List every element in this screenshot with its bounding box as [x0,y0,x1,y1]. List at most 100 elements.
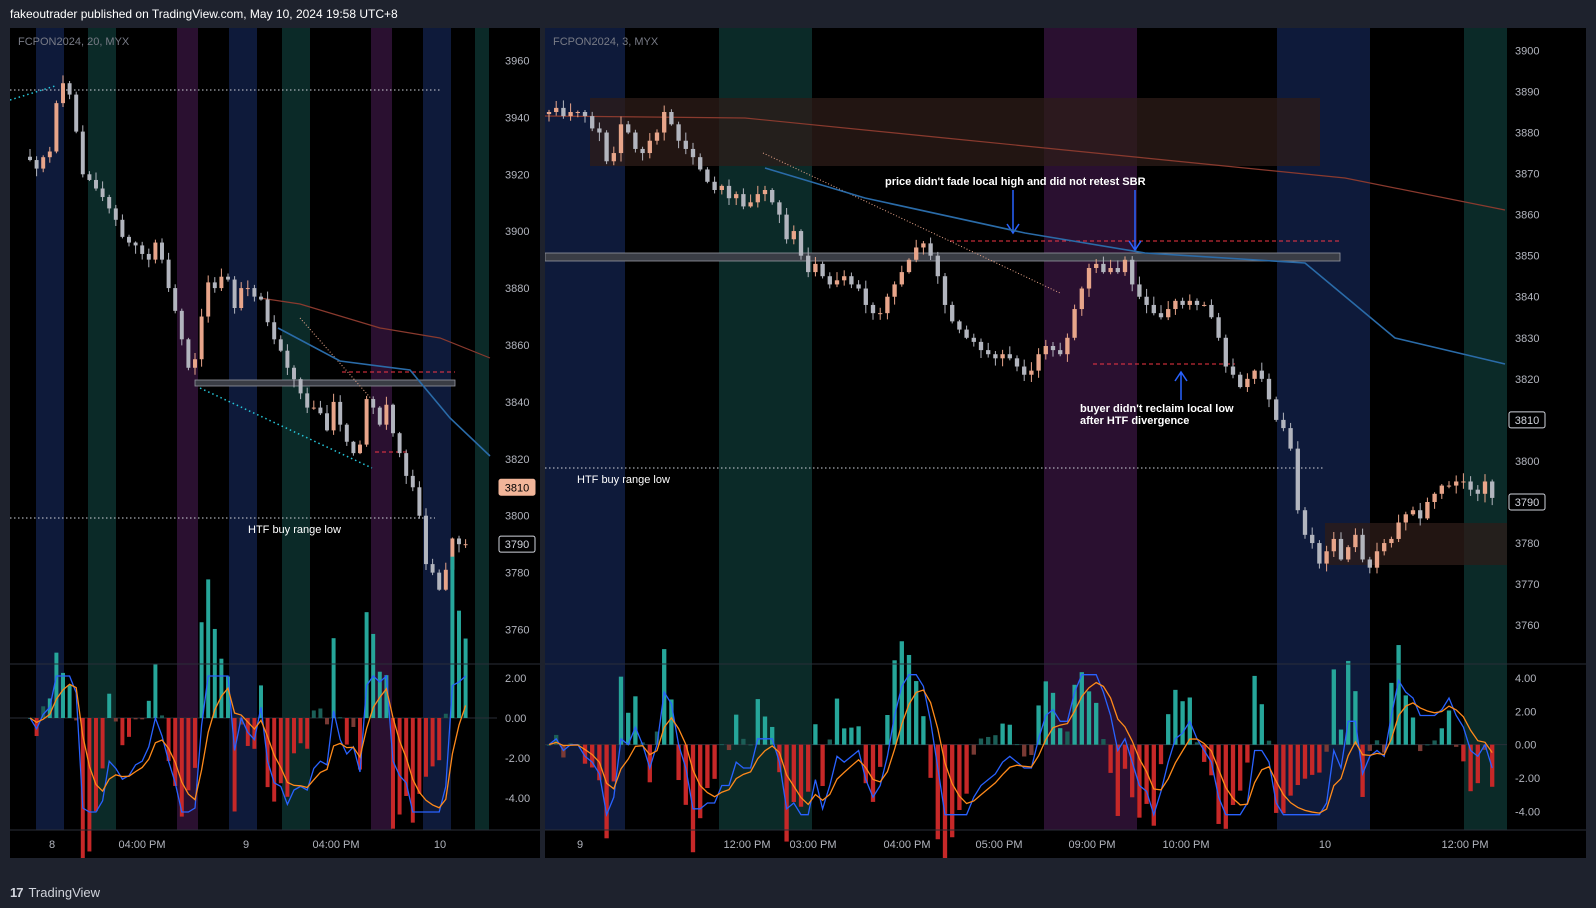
candle-body [285,350,290,368]
histogram-bar [1310,744,1315,775]
oscillator-axis[interactable]: 2.00 0.00 -2.00 -4.00 [505,673,530,805]
candle-body [662,112,667,133]
oscillator-tick-label: 4.00 [1515,673,1536,685]
candle-body [1281,419,1286,429]
histogram-bar [1439,728,1444,745]
histogram-bar [344,718,349,745]
histogram-bar [199,622,204,718]
oscillator-axis[interactable]: 4.00 2.00 0.00 -2.00 -4.00 [1515,673,1540,818]
symbol-label: FCPON2024, 20, MYX [18,36,130,48]
candle-body [232,279,237,309]
candle-body [100,188,105,198]
histogram-bar [338,717,343,719]
histogram-bar [107,693,112,718]
price-tick-label: 3920 [505,169,529,181]
histogram-bar [325,718,329,725]
histogram-bar [878,744,883,767]
candle-body [305,393,310,408]
histogram-bar [1367,744,1372,751]
histogram-bar [292,718,296,754]
candle-body [1029,370,1034,375]
histogram-bar [1014,744,1020,746]
candle-body [1367,559,1372,568]
candle-body [633,132,638,149]
candle-body [1166,309,1171,318]
candle-body [1389,538,1394,544]
candle-body [384,404,389,425]
candle-body [54,103,59,152]
candle-body [120,219,125,237]
histogram-bar [391,718,395,829]
right-chart-panel[interactable]: 3760 3770 3780 3790 3800 3810 3820 3830 3840 3850… [545,28,1586,858]
price-tick-label: 3840 [1515,292,1539,304]
candle-body [1274,399,1279,420]
price-axis[interactable]: 3760 3770 3780 3790 3800 3810 3820 3830 3840 3850… [1515,45,1539,632]
candle-body [67,83,72,95]
price-tick-label: 3890 [1515,86,1539,98]
histogram-bar [1396,645,1401,745]
candle-body [762,190,768,195]
candle-body [113,208,118,220]
candle-body [1259,370,1264,379]
histogram-bar [417,718,422,794]
candle-body [424,515,428,565]
sbr-zone [194,379,456,387]
time-axis[interactable]: 9 12:00 PM 03:00 PM 04:00 PM 05:00 PM 09:00 P… [577,839,1489,851]
candle-body [741,194,746,207]
candle-body [1194,300,1200,305]
histogram-bar [397,718,402,815]
candle-body [597,128,602,133]
histogram-bar [1180,701,1185,745]
histogram-bar [100,718,105,769]
candle-body [28,156,32,161]
candle-body [404,453,409,476]
left-chart-panel[interactable]: 3760 3780 3800 3820 3840 3860 3880 3900 3920 3940… [10,28,540,858]
histogram-bar [856,726,861,745]
histogram-bar [1130,744,1135,798]
time-axis[interactable]: 8 04:00 PM 9 04:00 PM 10 [49,839,446,851]
candle-body [298,379,303,394]
candle-body [127,236,131,243]
candle-body [784,214,789,240]
candle-body [1050,346,1056,351]
histogram-bar [206,579,211,718]
histogram-bar [67,685,72,718]
candle-body [978,341,984,351]
time-tick-label: 9 [577,839,583,851]
time-tick-label: 12:00 PM [1441,839,1488,851]
tradingview-logo[interactable]: 17 TradingView [10,885,100,900]
candle-body [1108,268,1113,273]
candle-body [1490,481,1495,498]
time-tick-label: 9 [243,839,249,851]
candle-body [863,288,868,305]
candle-body [325,413,329,431]
candle-body [1187,300,1192,305]
histogram-bar [1245,744,1250,763]
price-label-text: 3810 [505,482,529,494]
histogram-bar [921,716,926,745]
candle-body [777,202,782,215]
histogram-bar [748,744,753,746]
candle-body [1403,514,1408,523]
candle-body [1086,268,1092,289]
candle-body [364,399,369,445]
histogram-bar [140,718,145,720]
histogram-bar [219,658,224,718]
candle-body [1475,489,1480,494]
candle-body [719,185,724,190]
price-tick-label: 3830 [1515,333,1539,345]
candle-body [107,197,112,209]
histogram-bar [160,715,164,718]
candle-body [1151,304,1156,314]
histogram-bar [726,744,732,751]
time-tick-label: 05:00 PM [975,839,1022,851]
candle-body [842,276,847,281]
candle-body [1418,510,1423,519]
histogram-bar [993,735,998,745]
histogram-bar [61,672,65,718]
price-tick-label: 3900 [505,226,529,238]
candle-body [1252,370,1257,379]
histogram-bar [1266,740,1272,745]
price-tick-label: 3760 [1515,620,1539,632]
candle-body [813,263,818,273]
